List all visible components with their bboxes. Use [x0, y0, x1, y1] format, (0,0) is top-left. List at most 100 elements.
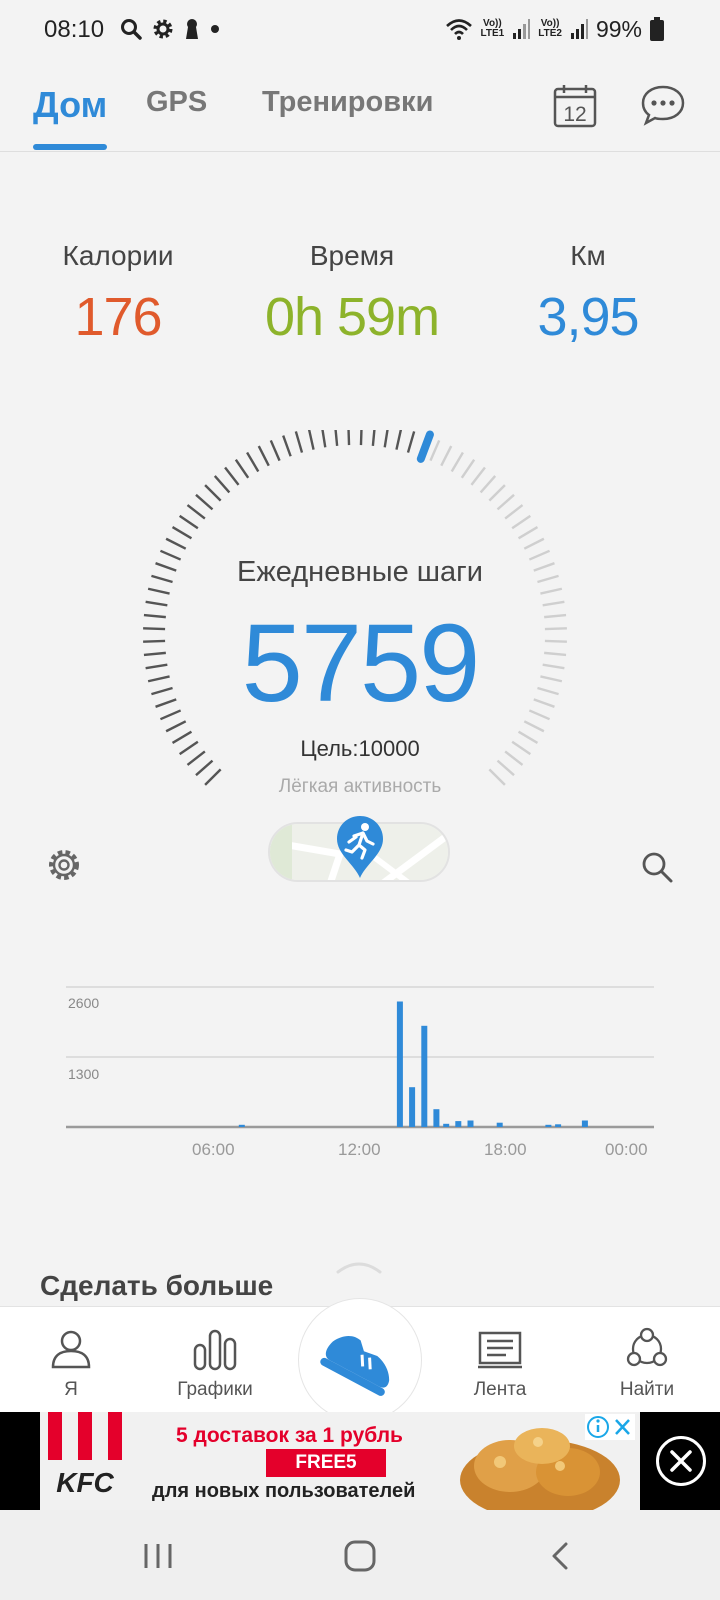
gauge-tick: [165, 537, 187, 550]
person-icon: [51, 1330, 91, 1369]
gauge-tick: [334, 430, 339, 446]
ad-choices-icon[interactable]: [585, 1414, 635, 1440]
distance-value: 3,95: [537, 287, 639, 347]
y-tick-label: 1300: [68, 1066, 100, 1082]
expand-handle-icon[interactable]: [336, 1260, 382, 1274]
calendar-day: 12: [563, 103, 586, 126]
gauge-tick: [171, 526, 193, 540]
gear-icon[interactable]: [46, 847, 82, 883]
gauge-tick: [383, 430, 389, 448]
chart-bar: [496, 1122, 503, 1127]
activity-level: Лёгкая активность: [278, 776, 442, 797]
dot-status-icon: [211, 25, 219, 33]
hourly-steps-chart: [66, 986, 654, 1129]
time-value: 0h 59m: [264, 287, 440, 347]
chart-bar: [443, 1123, 450, 1127]
steps-goal: Цель:10000: [300, 736, 420, 761]
gauge-tick: [257, 445, 270, 467]
tab-home[interactable]: Дом: [33, 84, 107, 126]
sim1-indicator: Vo)) LTE1: [480, 18, 505, 39]
gauge-tick: [429, 439, 441, 462]
tab-workouts[interactable]: Тренировки: [262, 86, 433, 119]
top-tab-bar: Дом GPS Тренировки 12: [0, 58, 720, 152]
chart-bar: [433, 1109, 440, 1127]
gauge-tick: [269, 439, 281, 462]
gauge-tick: [479, 475, 497, 494]
keyhole-status-icon: [186, 19, 198, 39]
time-label: Время: [309, 240, 395, 271]
recent-apps-icon[interactable]: [138, 1536, 178, 1576]
gauge-tick: [488, 484, 506, 502]
gauge-tick: [496, 493, 515, 511]
nav-find-label: Найти: [619, 1379, 675, 1400]
nav-charts[interactable]: Графики: [160, 1307, 270, 1413]
start-workout-button[interactable]: [298, 1298, 422, 1422]
gauge-tick: [395, 430, 403, 450]
nav-me[interactable]: Я: [16, 1307, 126, 1413]
back-icon[interactable]: [542, 1536, 582, 1576]
gauge-tick: [294, 431, 304, 453]
svg-text:KFC: KFC: [56, 1467, 114, 1498]
gauge-tick: [246, 451, 260, 473]
gauge-tick: [195, 493, 214, 511]
status-time: 08:10: [44, 16, 105, 43]
settings-status-icon: [153, 19, 173, 39]
chart-bar: [238, 1124, 245, 1127]
gauge-tick: [224, 466, 240, 486]
wifi-icon: [445, 19, 472, 40]
gauge-tick: [307, 430, 315, 450]
chart-bar: [581, 1120, 588, 1127]
chart-bar: [455, 1121, 462, 1127]
chart-bar: [545, 1124, 552, 1127]
calories-stat: Калории 176: [18, 240, 218, 348]
search-status-icon: [121, 19, 142, 40]
gauge-tick: [517, 526, 539, 540]
gauge-tick: [321, 430, 327, 448]
chat-icon[interactable]: [640, 84, 686, 126]
status-bar: 08:10 Vo)) LTE1 Vo)) LTE2 99%: [0, 0, 720, 58]
gauge-tick: [540, 587, 563, 595]
gauge-tick: [213, 475, 231, 494]
system-nav-bar: [0, 1510, 720, 1600]
gauge-tick: [450, 451, 464, 473]
chart-bar: [409, 1087, 416, 1127]
running-pin-icon: [337, 816, 383, 878]
gauge-tick: [178, 514, 199, 530]
search-icon[interactable]: [640, 850, 674, 884]
calories-value: 176: [74, 287, 162, 347]
gauge-tick: [496, 759, 515, 777]
active-tab-indicator: [33, 144, 107, 150]
gauge-tick: [282, 435, 292, 457]
x-tick-label: 06:00: [192, 1140, 235, 1159]
calendar-icon[interactable]: 12: [553, 84, 597, 128]
nav-feed-label: Лента: [473, 1379, 527, 1400]
battery-icon: [650, 17, 664, 41]
kfc-logo: KFC: [48, 1412, 122, 1498]
calories-label: Калории: [62, 240, 174, 271]
tab-gps[interactable]: GPS: [146, 86, 207, 119]
bar-chart-icon: [193, 1329, 237, 1371]
chart-bar: [467, 1120, 474, 1127]
gauge-tick: [460, 458, 476, 479]
running-shoe-icon: [320, 1335, 390, 1396]
ad-banner[interactable]: KFC 5 доставок за 1 рубль FREE5 для новы…: [0, 1412, 720, 1510]
gauge-progress-marker: [416, 430, 434, 463]
x-tick-label: 00:00: [605, 1140, 648, 1159]
battery-percent: 99%: [595, 15, 642, 42]
gauge-tick: [186, 504, 206, 520]
gauge-tick: [523, 537, 545, 550]
nav-me-label: Я: [64, 1379, 78, 1400]
signal2-icon: [570, 19, 588, 39]
gauge-tick: [147, 587, 170, 595]
gauge-tick: [204, 484, 222, 502]
distance-stat: Км 3,95: [488, 240, 688, 348]
home-icon[interactable]: [340, 1536, 380, 1576]
gauge-tick: [504, 504, 524, 520]
nav-find[interactable]: Найти: [592, 1307, 702, 1413]
ad-close-button[interactable]: [656, 1436, 706, 1486]
gauge-tick: [234, 458, 250, 479]
y-tick-label: 2600: [68, 995, 100, 1011]
x-tick-label: 12:00: [338, 1140, 381, 1159]
signal1-icon: [513, 19, 531, 39]
nav-feed[interactable]: Лента: [445, 1307, 555, 1413]
